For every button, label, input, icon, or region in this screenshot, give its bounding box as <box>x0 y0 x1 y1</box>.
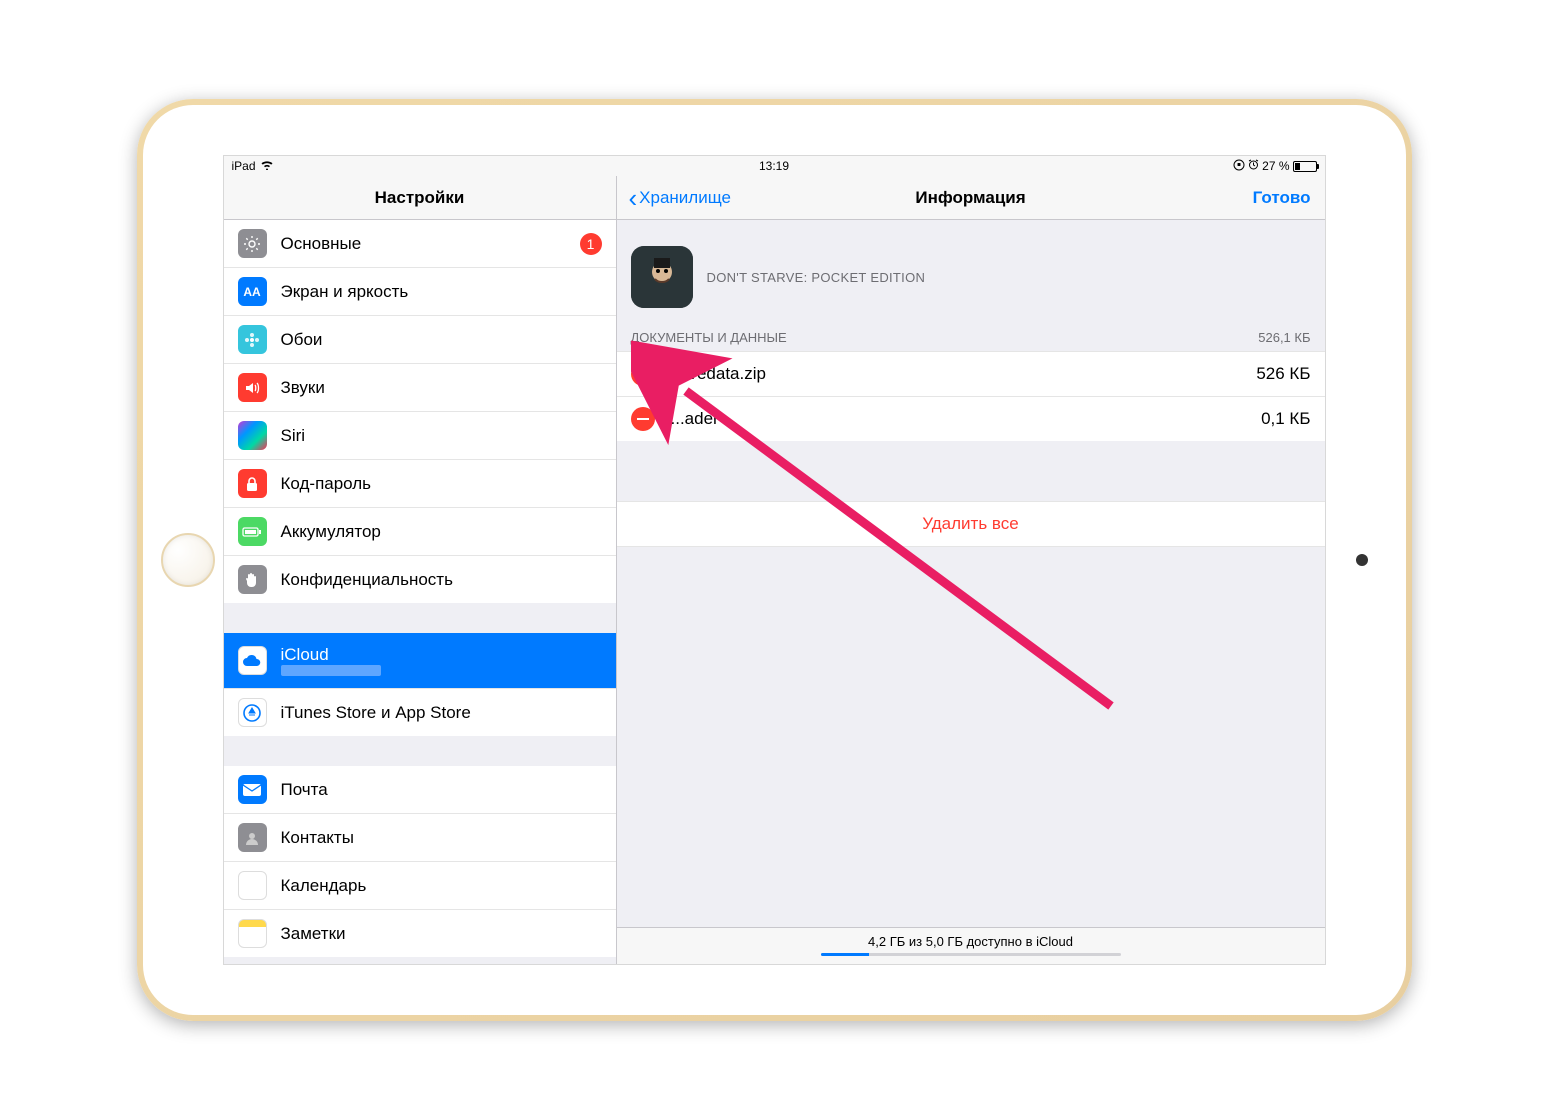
text-size-icon: AA <box>238 277 267 306</box>
done-button[interactable]: Готово <box>1253 188 1311 208</box>
alarm-icon <box>1248 159 1259 173</box>
storage-text: 4,2 ГБ из 5,0 ГБ доступно в iCloud <box>617 934 1325 949</box>
sidebar-item-label: Экран и яркость <box>281 282 602 302</box>
sidebar-item-display[interactable]: AA Экран и яркость <box>224 268 616 316</box>
sidebar-item-label: Звуки <box>281 378 602 398</box>
file-row[interactable]: ...ader 0,1 КБ <box>617 396 1325 441</box>
sidebar-item-label: iTunes Store и App Store <box>281 703 602 723</box>
sidebar-item-mail[interactable]: Почта <box>224 766 616 814</box>
sidebar-item-label: Siri <box>281 426 602 446</box>
clock: 13:19 <box>759 159 789 173</box>
app-name: DON'T STARVE: POCKET EDITION <box>707 270 926 285</box>
docs-section-header: ДОКУМЕНТЫ И ДАННЫЕ 526,1 КБ <box>617 324 1325 351</box>
status-bar: iPad 13:19 27 % <box>224 156 1325 176</box>
sidebar-item-passcode[interactable]: Код-пароль <box>224 460 616 508</box>
calendar-icon <box>238 871 267 900</box>
file-size: 0,1 КБ <box>1261 409 1310 429</box>
sidebar-item-notes[interactable]: Заметки <box>224 910 616 957</box>
screen: iPad 13:19 27 % <box>223 155 1326 965</box>
file-size: 526 КБ <box>1256 364 1310 384</box>
back-label: Хранилище <box>639 188 731 208</box>
lock-icon <box>238 469 267 498</box>
wifi-icon <box>260 159 274 173</box>
sidebar-item-contacts[interactable]: Контакты <box>224 814 616 862</box>
battery-pct: 27 % <box>1262 159 1289 173</box>
home-button[interactable] <box>161 533 215 587</box>
appstore-icon <box>238 698 267 727</box>
back-button[interactable]: ‹ Хранилище <box>629 185 731 211</box>
storage-footer: 4,2 ГБ из 5,0 ГБ доступно в iCloud <box>617 927 1325 964</box>
delete-row-button[interactable] <box>631 362 655 386</box>
badge: 1 <box>580 233 602 255</box>
siri-icon <box>238 421 267 450</box>
app-info: DON'T STARVE: POCKET EDITION <box>617 220 1325 324</box>
delete-row-button[interactable] <box>631 407 655 431</box>
sidebar-item-label: Основные <box>281 234 580 254</box>
ipad-bezel: iPad 13:19 27 % <box>137 99 1412 1021</box>
speaker-icon <box>238 373 267 402</box>
gear-icon <box>238 229 267 258</box>
notes-icon <box>238 919 267 948</box>
sidebar-item-privacy[interactable]: Конфиденциальность <box>224 556 616 603</box>
sidebar-item-siri[interactable]: Siri <box>224 412 616 460</box>
sidebar-item-itunes[interactable]: iTunes Store и App Store <box>224 689 616 736</box>
docs-header-label: ДОКУМЕНТЫ И ДАННЫЕ <box>631 330 787 345</box>
storage-bar <box>821 953 1121 956</box>
docs-total-size: 526,1 КБ <box>1258 330 1310 345</box>
sidebar-item-label: iCloud <box>281 645 381 665</box>
rotation-lock-icon <box>1233 159 1245 174</box>
detail-header: ‹ Хранилище Информация Готово <box>617 176 1325 220</box>
sidebar-item-label: Конфиденциальность <box>281 570 602 590</box>
sidebar-item-label: Код-пароль <box>281 474 602 494</box>
sidebar-item-label: Обои <box>281 330 602 350</box>
sidebar-item-icloud[interactable]: iCloud <box>224 633 616 689</box>
contacts-icon <box>238 823 267 852</box>
sidebar-item-label: Календарь <box>281 876 602 896</box>
sidebar-item-calendar[interactable]: Календарь <box>224 862 616 910</box>
flower-icon <box>238 325 267 354</box>
file-name: savedata.zip <box>671 364 1257 384</box>
sidebar-item-label: Контакты <box>281 828 602 848</box>
icloud-account-sublabel <box>281 665 381 676</box>
app-icon <box>631 246 693 308</box>
cloud-icon <box>238 646 267 675</box>
sidebar-item-battery[interactable]: Аккумулятор <box>224 508 616 556</box>
battery-icon <box>238 517 267 546</box>
sidebar-item-sounds[interactable]: Звуки <box>224 364 616 412</box>
detail-title: Информация <box>915 188 1025 208</box>
sidebar-item-label: Аккумулятор <box>281 522 602 542</box>
device-label: iPad <box>232 159 256 173</box>
file-name: ...ader <box>671 409 1262 429</box>
settings-sidebar: Настройки Основные 1 AA Экран и яркость <box>224 176 617 964</box>
file-row[interactable]: savedata.zip 526 КБ <box>617 351 1325 396</box>
sidebar-item-general[interactable]: Основные 1 <box>224 220 616 268</box>
mail-icon <box>238 775 267 804</box>
sidebar-item-label: Почта <box>281 780 602 800</box>
front-camera <box>1356 554 1368 566</box>
detail-panel: ‹ Хранилище Информация Готово DON'T STAR… <box>617 176 1325 964</box>
sidebar-item-label: Заметки <box>281 924 602 944</box>
battery-icon <box>1293 161 1317 172</box>
chevron-left-icon: ‹ <box>629 185 638 211</box>
delete-all-button[interactable]: Удалить все <box>617 501 1325 547</box>
sidebar-item-wallpaper[interactable]: Обои <box>224 316 616 364</box>
sidebar-title: Настройки <box>224 176 616 220</box>
hand-icon <box>238 565 267 594</box>
